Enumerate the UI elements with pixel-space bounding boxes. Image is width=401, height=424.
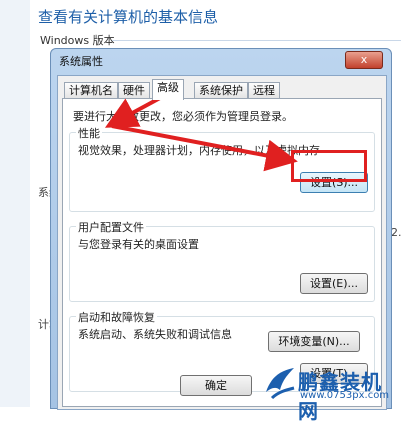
annotation-arrow-to-performance [104,96,161,128]
annotation-arrows [104,96,298,172]
tab-advanced[interactable]: 高级 [152,79,184,100]
watermark: 鹏鑫装机网 www.0753px.com [262,362,401,423]
watermark-url: www.0753px.com [300,390,390,401]
annotation-arrow-to-settings [111,124,298,172]
bird-logo-icon [266,368,295,400]
